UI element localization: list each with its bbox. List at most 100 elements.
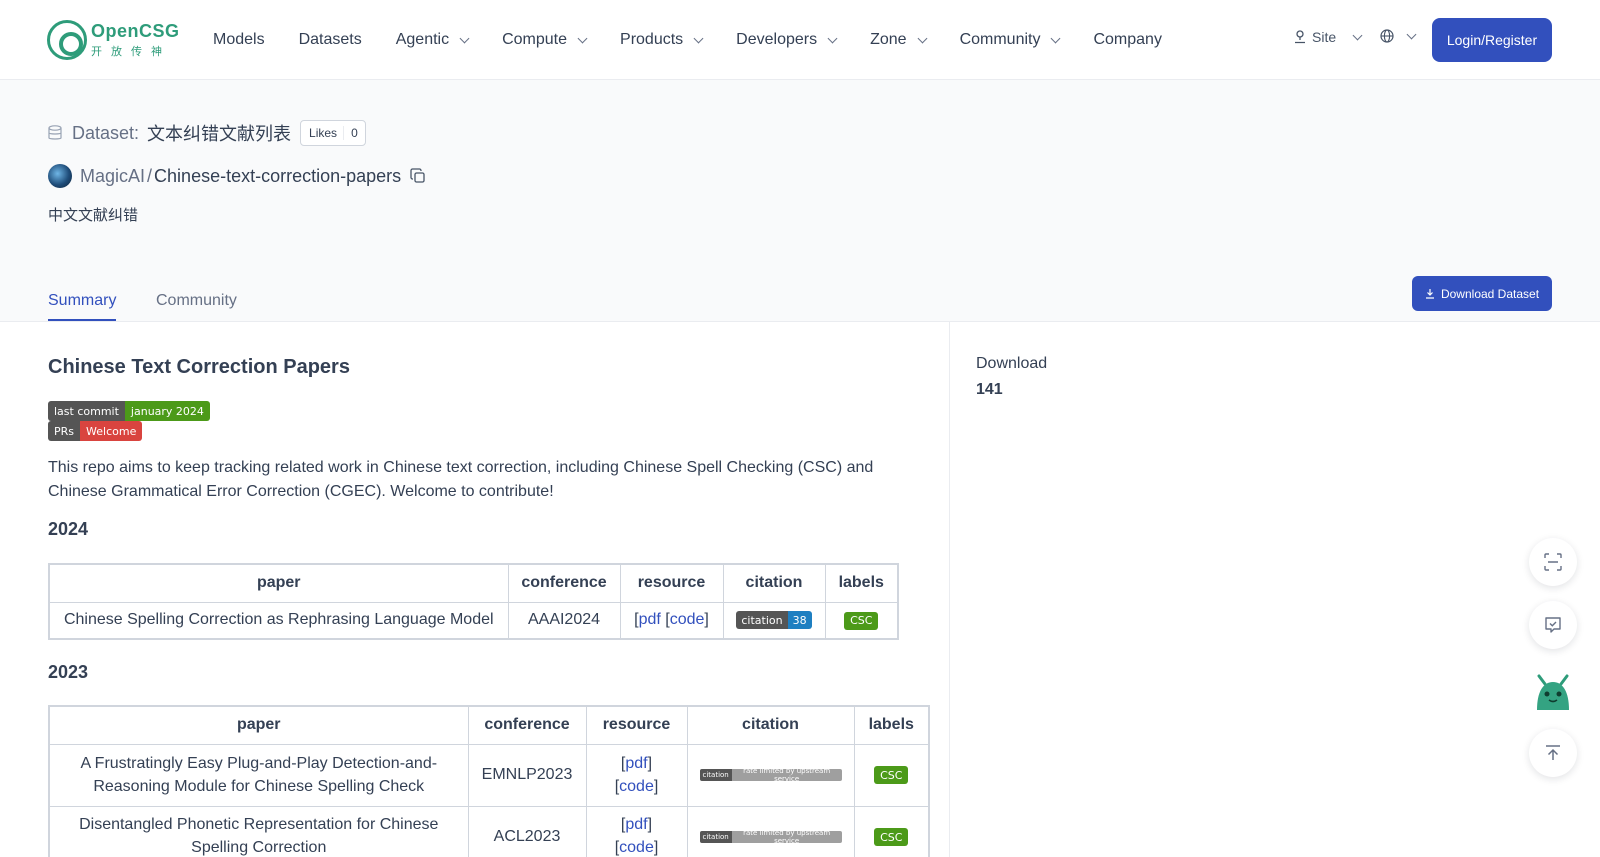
feedback-button[interactable] bbox=[1529, 601, 1577, 649]
readme-intro: This repo aims to keep tracking related … bbox=[48, 459, 874, 500]
chevron-down-icon bbox=[1051, 33, 1061, 43]
citation-cell: citation rate limited by upstream service bbox=[686, 743, 855, 807]
conference: EMNLP2023 bbox=[467, 743, 587, 807]
labels-cell: CSC bbox=[824, 601, 899, 640]
citation-cell: citation 38 bbox=[722, 601, 826, 640]
pdf-link[interactable]: pdf bbox=[625, 816, 647, 833]
nav-zone[interactable]: Zone bbox=[870, 31, 928, 49]
download-dataset-label: Download Dataset bbox=[1440, 286, 1540, 301]
site-icon bbox=[1295, 30, 1305, 44]
back-to-top-button[interactable] bbox=[1529, 729, 1577, 777]
labels-cell: CSC bbox=[853, 743, 930, 807]
badge-value: january 2024 bbox=[124, 401, 210, 421]
chevron-down-icon bbox=[827, 33, 838, 43]
copy-icon[interactable] bbox=[410, 168, 426, 184]
robot-assistant-icon[interactable] bbox=[1531, 670, 1575, 714]
nav-datasets[interactable]: Datasets bbox=[299, 31, 362, 49]
scan-icon bbox=[1544, 553, 1562, 571]
logo-mark-icon bbox=[47, 20, 87, 60]
nav-company[interactable]: Company bbox=[1093, 31, 1161, 49]
tab-community[interactable]: Community bbox=[156, 292, 237, 310]
col-header: paper bbox=[48, 705, 469, 745]
citation-badge[interactable]: citation rate limited by upstream service bbox=[699, 830, 842, 843]
dataset-title: 文本纠错文献列表 bbox=[147, 124, 292, 144]
papers-table-2023: paper conference resource citation label… bbox=[48, 705, 930, 857]
label-badge: CSC bbox=[844, 611, 879, 630]
prs-welcome-badge[interactable]: PRs Welcome bbox=[48, 421, 143, 441]
logo-subtitle: 开放传神 bbox=[91, 46, 171, 58]
dataset-header: Dataset: 文本纠错文献列表 Likes 0 MagicAI / Chin… bbox=[0, 80, 1600, 322]
download-stat-value: 141 bbox=[976, 381, 1003, 398]
main-nav: Models Datasets Agentic Compute Products… bbox=[213, 0, 1196, 80]
col-header: conference bbox=[507, 563, 621, 603]
logo-name: OpenCSG bbox=[91, 21, 180, 41]
col-header: conference bbox=[467, 705, 587, 745]
repo-path: MagicAI / Chinese-text-correction-papers bbox=[48, 164, 426, 188]
nav-models[interactable]: Models bbox=[213, 31, 265, 49]
dataset-description: 中文文献纠错 bbox=[48, 207, 139, 224]
back-to-top-icon bbox=[1546, 745, 1560, 760]
section-heading-2023: 2023 bbox=[48, 662, 89, 682]
col-header: resource bbox=[619, 563, 724, 603]
path-separator: / bbox=[147, 165, 153, 186]
citation-badge[interactable]: citation 38 bbox=[736, 611, 812, 630]
chevron-down-icon bbox=[459, 33, 470, 43]
tab-summary[interactable]: Summary bbox=[48, 292, 116, 310]
nav-community[interactable]: Community bbox=[960, 31, 1061, 49]
table-header-row: paper conference resource citation label… bbox=[48, 705, 930, 745]
resource-links: [pdf [code] bbox=[619, 601, 724, 640]
database-icon bbox=[48, 125, 62, 140]
papers-table-2024: paper conference resource citation label… bbox=[48, 563, 899, 640]
site-label: Site bbox=[1312, 29, 1337, 45]
likes-label: Likes bbox=[309, 126, 338, 140]
chevron-down-icon bbox=[917, 33, 928, 43]
top-navbar: OpenCSG 开放传神 Models Datasets Agentic Com… bbox=[0, 0, 1600, 80]
scan-button[interactable] bbox=[1529, 538, 1577, 586]
table-row: A Frustratingly Easy Plug-and-Play Detec… bbox=[48, 743, 930, 807]
download-dataset-button[interactable]: Download Dataset bbox=[1412, 276, 1552, 311]
owner-link[interactable]: MagicAI bbox=[80, 166, 145, 187]
code-link[interactable]: code bbox=[619, 778, 654, 795]
likes-button[interactable]: Likes 0 bbox=[300, 120, 366, 146]
dataset-title-row: Dataset: 文本纠错文献列表 Likes 0 bbox=[48, 120, 366, 146]
globe-icon bbox=[1380, 29, 1394, 43]
chevron-down-icon bbox=[577, 33, 588, 43]
login-register-button[interactable]: Login/Register bbox=[1432, 18, 1552, 62]
code-link[interactable]: code bbox=[619, 839, 654, 856]
col-header: labels bbox=[853, 705, 930, 745]
avatar[interactable] bbox=[48, 164, 72, 188]
site-selector[interactable]: Site bbox=[1294, 29, 1363, 45]
citation-cell: citation rate limited by upstream service bbox=[686, 805, 855, 857]
paper-title: A Frustratingly Easy Plug-and-Play Detec… bbox=[48, 743, 469, 807]
dataset-prefix: Dataset: bbox=[72, 122, 140, 143]
col-header: labels bbox=[824, 563, 899, 603]
nav-agentic[interactable]: Agentic bbox=[396, 31, 470, 49]
col-header: paper bbox=[48, 563, 509, 603]
badge-label: PRs bbox=[48, 421, 81, 441]
conference: AAAI2024 bbox=[507, 601, 621, 640]
table-row: Disentangled Phonetic Representation for… bbox=[48, 805, 930, 857]
nav-developers[interactable]: Developers bbox=[736, 31, 838, 49]
likes-count: 0 bbox=[343, 126, 365, 140]
nav-products[interactable]: Products bbox=[620, 31, 704, 49]
pdf-link[interactable]: pdf bbox=[625, 755, 647, 772]
nav-compute[interactable]: Compute bbox=[502, 31, 588, 49]
chevron-down-icon bbox=[1406, 29, 1417, 39]
last-commit-badge[interactable]: last commit january 2024 bbox=[48, 401, 210, 421]
opencsg-logo[interactable]: OpenCSG 开放传神 bbox=[47, 18, 180, 62]
pdf-link[interactable]: pdf bbox=[639, 611, 661, 628]
readme-content: Chinese Text Correction Papers last comm… bbox=[0, 322, 950, 857]
citation-badge[interactable]: citation rate limited by upstream service bbox=[699, 768, 842, 781]
paper-title: Disentangled Phonetic Representation for… bbox=[48, 805, 469, 857]
table-header-row: paper conference resource citation label… bbox=[48, 563, 899, 603]
download-icon bbox=[1425, 289, 1434, 299]
language-selector[interactable] bbox=[1380, 29, 1417, 43]
section-heading-2024: 2024 bbox=[48, 519, 89, 539]
chevron-down-icon bbox=[693, 33, 704, 43]
code-link[interactable]: code bbox=[670, 611, 705, 628]
repo-name: Chinese-text-correction-papers bbox=[154, 165, 402, 186]
resource-links: [pdf] [code] bbox=[585, 805, 688, 857]
badge-label: last commit bbox=[48, 401, 125, 421]
download-stat-label: Download bbox=[976, 355, 1048, 372]
label-badge: CSC bbox=[874, 828, 909, 846]
